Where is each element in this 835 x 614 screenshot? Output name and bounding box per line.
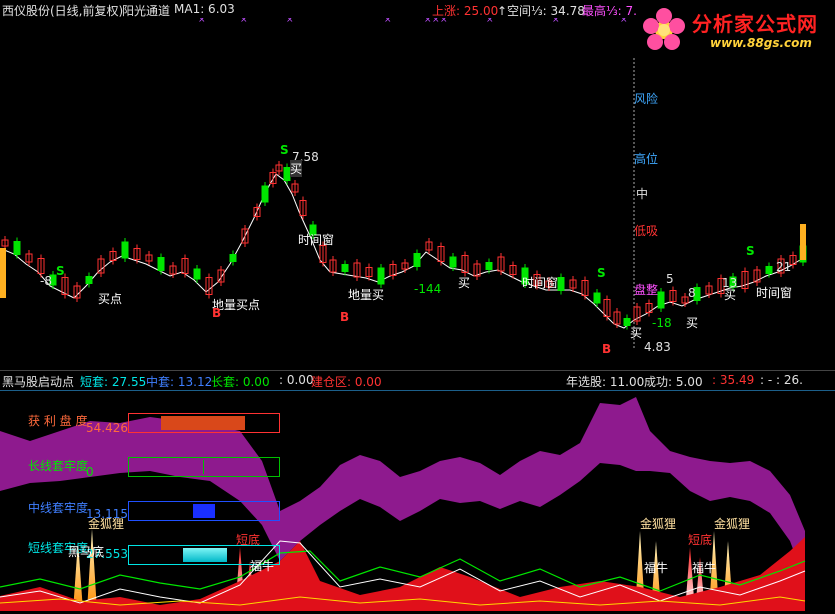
risk-label: 风险	[634, 92, 659, 106]
sell-signal-3: S	[597, 266, 606, 280]
number-label-1: -8	[40, 274, 52, 288]
candle-body	[121, 241, 129, 259]
short-bottom-label-1: 短底	[236, 533, 261, 547]
stock-title: 西仪股份(日线,前复权)	[2, 4, 124, 18]
time-window-1: 时间窗	[298, 233, 335, 247]
buy-label-4: 买	[686, 316, 699, 330]
candle-body	[765, 266, 773, 274]
top-marker: ×	[384, 18, 392, 25]
ground-buy-label: 地量买	[348, 288, 385, 302]
top-marker: ×	[240, 18, 248, 25]
profit-label: 获 利 盘 度	[28, 414, 88, 428]
long-trap-value: 长套: 0.00	[211, 375, 270, 389]
top-marker: ×	[198, 18, 206, 25]
edge-bar-left	[0, 248, 6, 298]
fortune-label-2: 福牛	[644, 561, 669, 575]
buy-marker-top: 买	[290, 160, 303, 177]
candle-body	[413, 253, 421, 267]
dark-horse-bottom-label: 黑马底	[68, 545, 105, 559]
long-trap-bar	[128, 457, 280, 477]
indicator-name: 阳光通道	[122, 4, 171, 18]
edge-bar-right	[800, 224, 806, 260]
candle-body	[341, 264, 349, 272]
short-trap-bar-fill	[183, 548, 227, 562]
candlestick-chart[interactable]: × × × × × × × × × ×	[0, 15, 835, 368]
price-chart[interactable]: × × × × × × × × × × 风险 高位 中 低吸 盘整 7.58 4.83 买 时间窗…	[0, 15, 835, 368]
top-marker: ×	[552, 18, 560, 25]
high-value: 最高⅓: 7.	[582, 4, 637, 18]
indicator-chart[interactable]: 获 利 盘 度 54.426 长线套牢度 0 中线套牢度 13.115 短线套牢…	[0, 391, 835, 611]
indicator-header: 黑马股启动点 短套: 27.55 中套: 13.12 长套: 0.00 : 0.…	[0, 372, 835, 389]
candle-body	[85, 276, 93, 284]
number-label-7: 21	[776, 260, 792, 274]
zero-value: : 0.00	[279, 373, 314, 387]
sell-signal-4: S	[746, 244, 755, 258]
panel-divider	[0, 370, 835, 371]
high-position-label: 高位	[634, 152, 659, 166]
buy-label-3: 买	[630, 326, 643, 340]
top-marker: ×	[486, 18, 494, 25]
candle-body	[449, 256, 457, 268]
indicator-title: 黑马股启动点	[2, 375, 75, 389]
short-trap-value: 短套: 27.55	[80, 375, 147, 389]
long-trap-bar-value: 0	[86, 465, 94, 479]
mid-trap-value: 中套: 13.12	[146, 375, 213, 389]
profit-bar	[128, 413, 280, 433]
buy-signal-2: B	[340, 310, 350, 324]
buy-label-2: 买	[458, 276, 471, 290]
top-marker: ×	[440, 18, 448, 25]
candle-body	[229, 254, 237, 262]
space-value: ↑空间⅓: 34.78	[497, 4, 585, 18]
candle-body	[657, 291, 665, 309]
buy-signal-3: B	[602, 342, 612, 356]
fortune-label-1: 福牛	[250, 559, 275, 573]
number-label-4: 5	[666, 272, 674, 286]
mid-trap-bar-fill	[193, 504, 215, 518]
number-label-3: -18	[652, 316, 672, 330]
mid-trap-bar	[128, 501, 280, 521]
candle-body	[377, 267, 385, 285]
extra-value-2: : - : 26.	[760, 373, 803, 387]
profit-value: 54.426	[86, 421, 128, 435]
time-window-2: 时间窗	[522, 276, 559, 290]
top-marker: ×	[620, 18, 628, 25]
profit-bar-fill	[161, 416, 245, 430]
candle-body	[193, 268, 201, 280]
long-trap-label: 长线套牢度	[28, 459, 89, 473]
top-marker: ×	[424, 18, 432, 25]
year-pick-value: 年选股: 11.00	[566, 375, 645, 389]
number-label-2: -144	[414, 282, 442, 296]
candle-body	[261, 185, 269, 203]
top-marker: ×	[286, 18, 294, 25]
low-buy-label: 低吸	[634, 224, 659, 238]
buy-signal-1: B	[212, 306, 222, 320]
ma1-value: MA1: 6.03	[174, 2, 235, 16]
extra-value-1: : 35.49	[712, 373, 755, 387]
fox-label-1: 金狐狸	[88, 517, 125, 531]
price-low-label: 4.83	[644, 340, 671, 354]
sell-signal-1: S	[56, 264, 65, 278]
candle-body	[157, 257, 165, 271]
fox-label-2: 金狐狸	[640, 517, 677, 531]
top-marker: ×	[432, 18, 440, 25]
time-window-3: 时间窗	[756, 286, 793, 300]
candle-body	[485, 262, 493, 270]
consolidate-label: 盘整	[634, 283, 659, 297]
fox-label-3: 金狐狸	[714, 517, 751, 531]
buy-point-label: 买点	[98, 292, 123, 306]
build-zone-value: 建仓区: 0.00	[311, 375, 382, 389]
candle-body	[593, 292, 601, 304]
middle-label: 中	[636, 187, 649, 201]
candle-body	[13, 241, 21, 255]
long-trap-bar-mark	[203, 460, 204, 474]
candle-body	[557, 277, 565, 291]
mid-trap-label: 中线套牢度	[28, 501, 89, 515]
number-label-6: 13	[722, 276, 738, 290]
success-value: 成功: 5.00	[644, 375, 703, 389]
number-label-5: 8	[688, 286, 696, 300]
up-value: 上涨: 25.00	[432, 4, 499, 18]
short-bottom-label-2: 短底	[688, 533, 713, 547]
sell-signal-2: S	[280, 143, 289, 157]
fortune-label-3: 福牛	[692, 561, 717, 575]
